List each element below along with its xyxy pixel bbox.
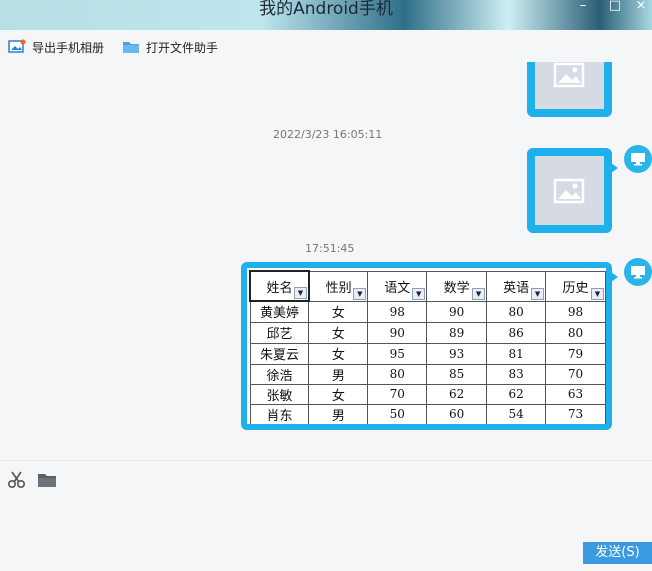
bubble-tail bbox=[611, 272, 618, 282]
column-header: 数学 ▼ bbox=[426, 270, 488, 302]
export-album-button[interactable]: 导出手机相册 bbox=[8, 37, 104, 57]
table-cell: 62 bbox=[486, 383, 547, 405]
send-button[interactable]: 发送(S) bbox=[583, 542, 652, 564]
image-placeholder-icon bbox=[535, 156, 604, 225]
folder-icon bbox=[122, 39, 140, 55]
image-message[interactable] bbox=[527, 148, 612, 233]
table-cell: 邱艺 bbox=[249, 321, 310, 344]
bubble-tail bbox=[611, 163, 618, 173]
column-header: 性别 ▼ bbox=[308, 270, 369, 302]
scissors-icon[interactable] bbox=[7, 471, 27, 489]
table-cell: 女 bbox=[308, 300, 369, 323]
table-row: 邱艺 女 90 89 86 80 bbox=[249, 321, 606, 344]
table-cell: 90 bbox=[367, 321, 428, 344]
table-cell: 男 bbox=[308, 363, 369, 385]
window-titlebar: 我的Android手机 – □ × bbox=[0, 0, 652, 30]
table-cell: 98 bbox=[367, 300, 428, 323]
table-cell: 60 bbox=[426, 403, 488, 424]
filter-dropdown-icon: ▼ bbox=[591, 287, 604, 300]
spreadsheet-screenshot: 姓名 ▼ 性别 ▼ 语文 ▼ 数学 ▼ 英语 ▼ 历史 ▼ 黄美婷 女 98 90 80 9… bbox=[247, 268, 606, 424]
table-cell: 肖东 bbox=[249, 403, 310, 424]
table-cell: 98 bbox=[545, 300, 606, 323]
table-cell: 80 bbox=[545, 321, 606, 344]
message-input-area[interactable]: 发送(S) bbox=[0, 461, 652, 571]
table-cell: 女 bbox=[308, 342, 369, 365]
export-album-label: 导出手机相册 bbox=[32, 40, 105, 55]
filter-dropdown-icon: ▼ bbox=[353, 287, 367, 300]
image-message[interactable] bbox=[527, 62, 612, 117]
filter-dropdown-icon: ▼ bbox=[472, 287, 486, 300]
filter-dropdown-icon: ▼ bbox=[531, 287, 545, 300]
table-cell: 70 bbox=[545, 363, 606, 385]
monitor-icon[interactable] bbox=[624, 258, 652, 286]
minimize-button[interactable]: – bbox=[572, 0, 594, 16]
image-placeholder-icon bbox=[535, 62, 604, 109]
export-photos-icon bbox=[8, 39, 26, 55]
folder-icon[interactable] bbox=[37, 471, 57, 489]
table-cell: 徐浩 bbox=[249, 363, 310, 385]
table-cell: 63 bbox=[545, 383, 606, 405]
spreadsheet-image-message[interactable]: 姓名 ▼ 性别 ▼ 语文 ▼ 数学 ▼ 英语 ▼ 历史 ▼ 黄美婷 女 98 90 80 9… bbox=[241, 262, 612, 430]
table-cell: 89 bbox=[426, 321, 488, 344]
table-cell: 张敏 bbox=[249, 383, 310, 405]
table-header-row: 姓名 ▼ 性别 ▼ 语文 ▼ 数学 ▼ 英语 ▼ 历史 ▼ bbox=[249, 270, 606, 302]
table-cell: 83 bbox=[486, 363, 547, 385]
maximize-button[interactable]: □ bbox=[604, 0, 626, 16]
table-cell: 62 bbox=[426, 383, 488, 405]
table-row: 徐浩 男 80 85 83 70 bbox=[249, 363, 606, 385]
table-cell: 73 bbox=[545, 403, 606, 424]
table-cell: 85 bbox=[426, 363, 488, 385]
open-file-assistant-button[interactable]: 打开文件助手 bbox=[122, 37, 218, 57]
close-button[interactable]: × bbox=[630, 0, 652, 16]
column-header: 语文 ▼ bbox=[367, 270, 428, 302]
open-file-assistant-label: 打开文件助手 bbox=[146, 40, 219, 55]
message-timestamp: 17:51:45 bbox=[305, 242, 355, 255]
table-cell: 女 bbox=[308, 383, 369, 405]
score-table: 姓名 ▼ 性别 ▼ 语文 ▼ 数学 ▼ 英语 ▼ 历史 ▼ 黄美婷 女 98 90 80 9… bbox=[249, 270, 606, 424]
chat-history[interactable]: 2022/3/23 16:05:11 17:51:45 姓名 ▼ 性别 ▼ 语文 ▼ … bbox=[0, 62, 652, 460]
filter-dropdown-icon: ▼ bbox=[412, 287, 426, 300]
table-cell: 黄美婷 bbox=[249, 300, 310, 323]
filter-dropdown-icon: ▼ bbox=[293, 287, 307, 299]
table-cell: 86 bbox=[486, 321, 547, 344]
table-cell: 81 bbox=[486, 342, 547, 365]
message-timestamp: 2022/3/23 16:05:11 bbox=[273, 128, 383, 141]
table-cell: 79 bbox=[545, 342, 606, 365]
table-cell: 女 bbox=[308, 321, 369, 344]
table-row: 肖东 男 50 60 54 73 bbox=[249, 403, 606, 424]
toolbar: 导出手机相册 打开文件助手 bbox=[0, 30, 652, 62]
table-cell: 80 bbox=[367, 363, 428, 385]
table-cell: 95 bbox=[367, 342, 428, 365]
table-row: 黄美婷 女 98 90 80 98 bbox=[249, 300, 606, 323]
column-header: 历史 ▼ bbox=[545, 270, 606, 302]
table-cell: 54 bbox=[486, 403, 547, 424]
table-cell: 50 bbox=[367, 403, 428, 424]
table-row: 张敏 女 70 62 62 63 bbox=[249, 383, 606, 405]
table-cell: 朱夏云 bbox=[249, 342, 310, 365]
table-row: 朱夏云 女 95 93 81 79 bbox=[249, 342, 606, 365]
table-cell: 93 bbox=[426, 342, 488, 365]
table-cell: 90 bbox=[426, 300, 488, 323]
table-cell: 男 bbox=[308, 403, 369, 424]
monitor-icon[interactable] bbox=[624, 145, 652, 173]
column-header: 姓名 ▼ bbox=[249, 270, 310, 302]
window-title: 我的Android手机 bbox=[259, 0, 393, 19]
table-cell: 80 bbox=[486, 300, 547, 323]
column-header: 英语 ▼ bbox=[486, 270, 547, 302]
table-cell: 70 bbox=[367, 383, 428, 405]
